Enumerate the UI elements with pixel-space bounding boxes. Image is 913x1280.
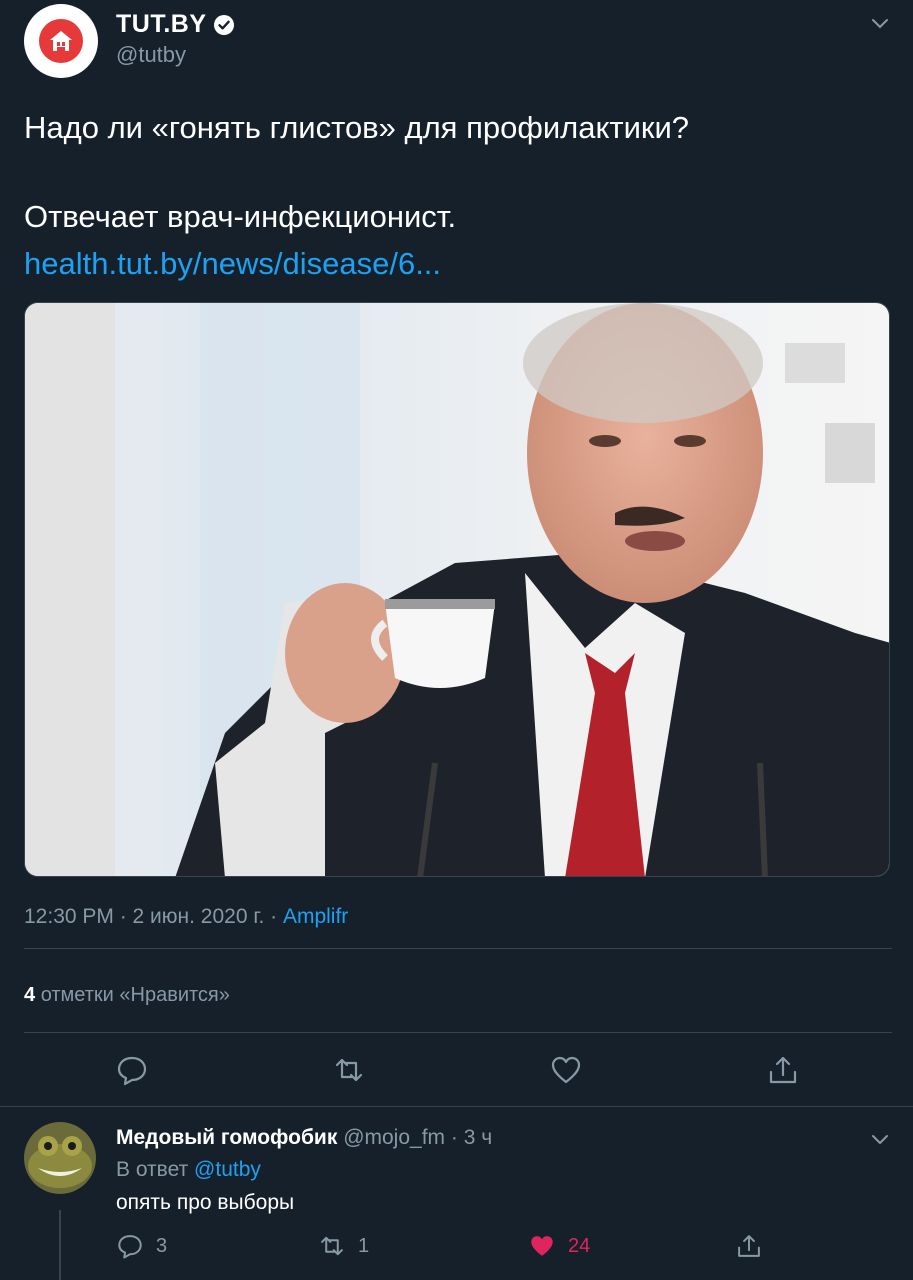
- reply-author-avatar[interactable]: [24, 1122, 96, 1194]
- tweet-link[interactable]: health.tut.by/news/disease/6...: [24, 246, 441, 282]
- like-icon[interactable]: [549, 1053, 583, 1087]
- reply-context: В ответ @tutby: [116, 1158, 261, 1181]
- divider: [24, 1032, 892, 1033]
- reply-icon[interactable]: [115, 1053, 149, 1087]
- tweet-text-line-1: Надо ли «гонять глистов» для профилактик…: [24, 110, 690, 145]
- reply-mention-link[interactable]: @tutby: [194, 1158, 261, 1181]
- reply-icon: [118, 1235, 142, 1259]
- author-avatar[interactable]: [24, 4, 98, 78]
- photo-man-with-teacup: [25, 303, 889, 876]
- chevron-down-icon[interactable]: [869, 12, 891, 34]
- tweet-photo[interactable]: [24, 302, 890, 877]
- reply-reply-button[interactable]: 3: [116, 1232, 167, 1260]
- author-handle[interactable]: @tutby: [116, 42, 186, 68]
- frog-avatar-image: [24, 1122, 96, 1194]
- retweet-icon: [321, 1236, 343, 1256]
- thread-line: [59, 1210, 61, 1280]
- divider: [24, 948, 892, 949]
- verified-badge-icon: [213, 14, 234, 35]
- share-icon: [738, 1235, 760, 1257]
- divider: [0, 1106, 913, 1107]
- tweet-timestamp: 12:30 PM · 2 июн. 2020 г. · Amplifr: [24, 905, 349, 928]
- tweet-source-link[interactable]: Amplifr: [283, 905, 348, 928]
- author-name[interactable]: TUT.BY: [116, 10, 235, 39]
- retweet-icon[interactable]: [332, 1053, 366, 1087]
- reply-like-button[interactable]: 24: [528, 1232, 590, 1260]
- like-icon: [531, 1236, 553, 1256]
- reply-share-button[interactable]: [735, 1232, 763, 1260]
- home-logo-icon: [50, 31, 72, 51]
- chevron-down-icon[interactable]: [869, 1128, 891, 1150]
- likes-summary[interactable]: 4 отметки «Нравится»: [24, 984, 230, 1007]
- reply-text: опять про выборы: [116, 1191, 295, 1214]
- reply-retweet-button[interactable]: 1: [318, 1232, 369, 1260]
- share-icon[interactable]: [766, 1053, 800, 1087]
- tweet-text-line-2: Отвечает врач-инфекционист.: [24, 199, 457, 234]
- reply-author[interactable]: Медовый гомофобик @mojo_fm · 3 ч: [116, 1126, 492, 1150]
